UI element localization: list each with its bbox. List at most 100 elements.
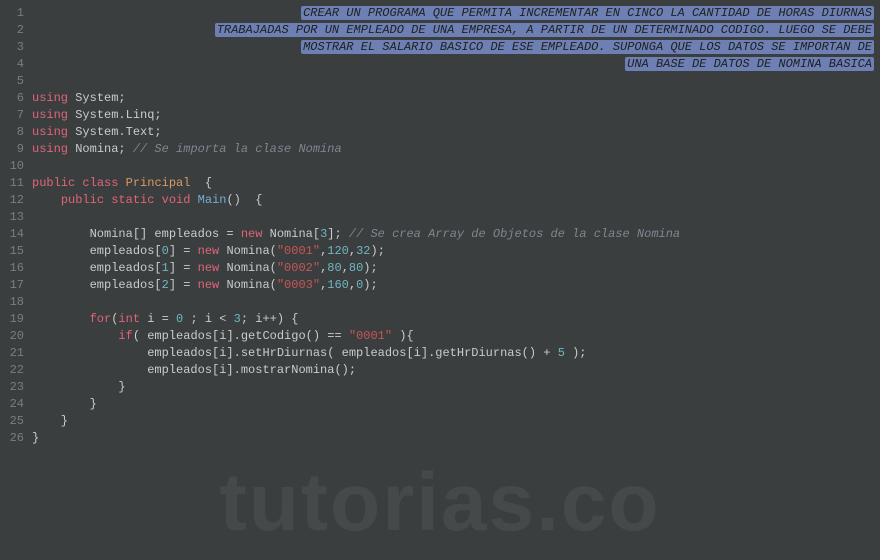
token-keyword: class <box>82 176 118 190</box>
code-line: public class Principal { <box>32 175 880 192</box>
line-number: 12 <box>0 192 24 209</box>
token-number: 1 <box>162 261 169 275</box>
code-line: empleados[1] = new Nomina("0002",80,80); <box>32 260 880 277</box>
token-string: "0003" <box>277 278 320 292</box>
token-plain <box>32 312 90 326</box>
code-line <box>32 294 880 311</box>
code-line <box>32 209 880 226</box>
token-number: 80 <box>349 261 363 275</box>
line-number: 26 <box>0 430 24 447</box>
code-line: TRABAJADAS POR UN EMPLEADO DE UNA EMPRES… <box>32 22 880 39</box>
line-number: 23 <box>0 379 24 396</box>
line-number: 3 <box>0 39 24 56</box>
line-number: 22 <box>0 362 24 379</box>
token-plain: Nomina( <box>219 261 277 275</box>
token-plain: empleados[ <box>32 244 162 258</box>
code-line: empleados[2] = new Nomina("0003",160,0); <box>32 277 880 294</box>
line-number: 13 <box>0 209 24 226</box>
token-number: 3 <box>234 312 241 326</box>
token-number: 5 <box>558 346 565 360</box>
token-plain <box>32 193 61 207</box>
token-plain: ); <box>371 244 385 258</box>
code-line: } <box>32 430 880 447</box>
token-type: int <box>118 312 140 326</box>
token-plain: Nomina( <box>219 278 277 292</box>
token-plain <box>118 176 125 190</box>
code-line: } <box>32 396 880 413</box>
code-line: empleados[0] = new Nomina("0001",120,32)… <box>32 243 880 260</box>
token-string: "0002" <box>277 261 320 275</box>
token-keyword: if <box>118 329 132 343</box>
line-number: 2 <box>0 22 24 39</box>
code-line: empleados[i].mostrarNomina(); <box>32 362 880 379</box>
line-number: 19 <box>0 311 24 328</box>
highlighted-comment: TRABAJADAS POR UN EMPLEADO DE UNA EMPRES… <box>215 23 874 37</box>
token-class-name: Principal <box>126 176 191 190</box>
token-plain: ] = <box>169 244 198 258</box>
highlighted-comment: MOSTRAR EL SALARIO BASICO DE ESE EMPLEAD… <box>301 40 874 54</box>
token-number: 2 <box>162 278 169 292</box>
token-type: void <box>162 193 191 207</box>
token-keyword: new <box>198 261 220 275</box>
token-plain: , <box>342 261 349 275</box>
token-plain: Nomina[] empleados = <box>32 227 241 241</box>
line-number: 4 <box>0 56 24 73</box>
code-line: using System; <box>32 90 880 107</box>
code-line: using System.Linq; <box>32 107 880 124</box>
line-gutter: 1234567891011121314151617181920212223242… <box>0 0 32 560</box>
token-keyword: new <box>198 244 220 258</box>
token-keyword: new <box>198 278 220 292</box>
code-line <box>32 73 880 90</box>
token-plain: ); <box>565 346 587 360</box>
code-line: UNA BASE DE DATOS DE NOMINA BASICA <box>32 56 880 73</box>
token-plain: System; <box>68 91 126 105</box>
token-number: 120 <box>327 244 349 258</box>
token-keyword: static <box>111 193 154 207</box>
code-line: } <box>32 379 880 396</box>
token-plain: { <box>190 176 212 190</box>
code-editor: 1234567891011121314151617181920212223242… <box>0 0 880 560</box>
line-number: 20 <box>0 328 24 345</box>
line-number: 14 <box>0 226 24 243</box>
token-number: 80 <box>327 261 341 275</box>
token-plain: ( empleados[i].getCodigo() == <box>133 329 349 343</box>
line-number: 5 <box>0 73 24 90</box>
code-area[interactable]: CREAR UN PROGRAMA QUE PERMITA INCREMENTA… <box>32 0 880 560</box>
token-plain: Nomina[ <box>262 227 320 241</box>
code-line: using Nomina; // Se importa la clase Nom… <box>32 141 880 158</box>
line-number: 11 <box>0 175 24 192</box>
token-plain: ); <box>363 261 377 275</box>
token-plain: empleados[ <box>32 261 162 275</box>
token-plain: ] = <box>169 261 198 275</box>
line-number: 17 <box>0 277 24 294</box>
code-line: } <box>32 413 880 430</box>
code-line: public static void Main() { <box>32 192 880 209</box>
token-number: 32 <box>356 244 370 258</box>
line-number: 8 <box>0 124 24 141</box>
token-plain <box>154 193 161 207</box>
token-number: 0 <box>162 244 169 258</box>
token-keyword: public <box>61 193 104 207</box>
token-plain: Nomina; <box>68 142 133 156</box>
token-plain: , <box>349 278 356 292</box>
token-plain: Nomina( <box>219 244 277 258</box>
token-string: "0001" <box>349 329 392 343</box>
token-plain: ); <box>363 278 377 292</box>
line-number: 18 <box>0 294 24 311</box>
token-plain <box>190 193 197 207</box>
token-plain: System.Linq; <box>68 108 162 122</box>
token-keyword: public <box>32 176 75 190</box>
token-plain: empleados[ <box>32 278 162 292</box>
line-number: 15 <box>0 243 24 260</box>
highlighted-comment: CREAR UN PROGRAMA QUE PERMITA INCREMENTA… <box>301 6 874 20</box>
token-method-name: Main <box>198 193 227 207</box>
line-number: 6 <box>0 90 24 107</box>
token-plain: , <box>349 244 356 258</box>
token-keyword: new <box>241 227 263 241</box>
code-line: using System.Text; <box>32 124 880 141</box>
highlighted-comment: UNA BASE DE DATOS DE NOMINA BASICA <box>625 57 874 71</box>
token-keyword: using <box>32 142 68 156</box>
token-plain: empleados[i].setHrDiurnas( empleados[i].… <box>32 346 558 360</box>
token-keyword: for <box>90 312 112 326</box>
token-plain: ; i < <box>183 312 233 326</box>
